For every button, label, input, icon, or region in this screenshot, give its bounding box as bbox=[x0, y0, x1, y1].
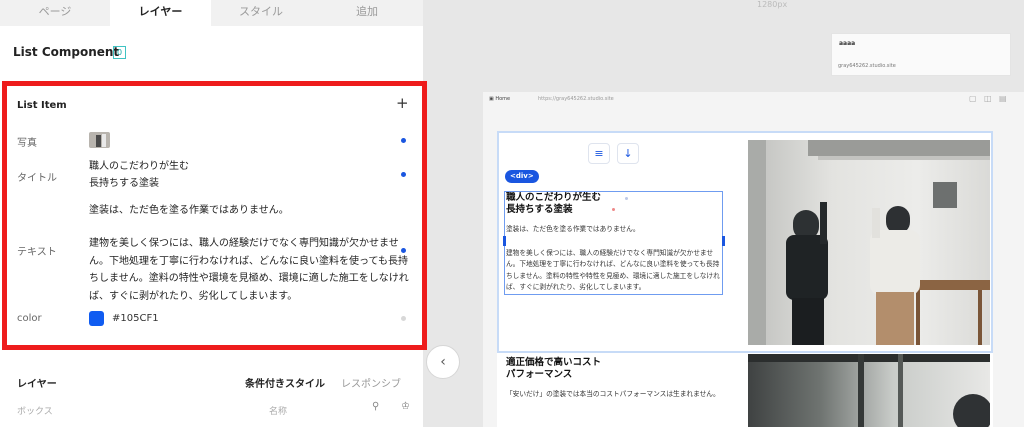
resize-handle-right[interactable] bbox=[722, 236, 725, 246]
guide-dot bbox=[612, 208, 615, 211]
guide-dot bbox=[625, 197, 628, 200]
site-card-name: aaaa bbox=[839, 40, 856, 47]
site-card-url: gray645262.studio.site bbox=[838, 63, 896, 69]
tab-layer[interactable]: レイヤー bbox=[110, 0, 211, 26]
panel-tabs: ページ レイヤー スタイル 追加 bbox=[0, 0, 423, 26]
tab-conditional-style[interactable]: 条件付きスタイル bbox=[245, 375, 325, 390]
site-card[interactable]: aaaa gray645262.studio.site bbox=[831, 33, 1011, 76]
crown-icon[interactable]: ♔ bbox=[401, 401, 410, 412]
copy-icon[interactable]: ◫ bbox=[984, 94, 992, 103]
highlight-box bbox=[2, 81, 427, 350]
canvas-width-label: 1280px bbox=[757, 0, 788, 9]
item2-text[interactable]: 「安いだけ」の塗装では本当のコストパフォーマンスは生まれません。 bbox=[506, 389, 744, 401]
tab-page[interactable]: ページ bbox=[0, 0, 110, 26]
text-selection-frame bbox=[504, 191, 723, 295]
tab-add[interactable]: 追加 bbox=[311, 0, 423, 26]
div-tag-badge[interactable]: <div> bbox=[505, 170, 539, 183]
list-component-title: List Component bbox=[13, 45, 120, 59]
item2-photo[interactable] bbox=[748, 354, 990, 427]
column-name: 名称 bbox=[269, 407, 288, 417]
resize-handle-left[interactable] bbox=[503, 236, 506, 246]
layers-title: レイヤー bbox=[17, 379, 57, 390]
list-component-count-badge: 0 bbox=[113, 46, 126, 59]
link-icon[interactable]: ⚲ bbox=[372, 401, 379, 412]
page-url: https://gray645262.studio.site bbox=[538, 96, 614, 102]
item2-title[interactable]: 適正価格で高いコスト パフォーマンス bbox=[506, 357, 601, 381]
page-name[interactable]: ▣ Home bbox=[489, 96, 510, 102]
align-left-icon[interactable]: ≡ bbox=[588, 143, 610, 164]
tab-style[interactable]: スタイル bbox=[211, 0, 311, 26]
item1-photo[interactable] bbox=[748, 140, 990, 345]
column-box: ボックス bbox=[17, 407, 53, 417]
trash-icon[interactable]: ▢ bbox=[969, 94, 977, 103]
arrow-down-icon[interactable]: ↓ bbox=[617, 143, 639, 164]
settings-icon[interactable]: ▤ bbox=[999, 94, 1007, 103]
tab-responsive[interactable]: レスポンシブ bbox=[341, 375, 401, 390]
chevron-left-icon[interactable]: ‹ bbox=[426, 345, 460, 379]
